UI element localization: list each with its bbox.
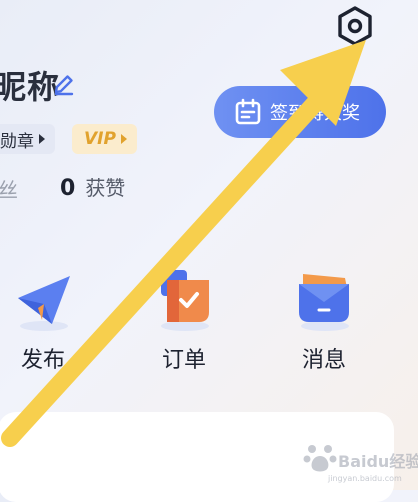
fans-stat[interactable]: 丝 [0,174,18,203]
settings-button[interactable] [332,3,378,49]
chevron-right-icon [39,134,45,144]
watermark-text: Baidu经验 [338,452,418,471]
order-icon [161,270,209,331]
edit-nickname-button[interactable] [52,72,76,96]
medal-badge[interactable]: 勋章 [0,124,55,154]
likes-stat[interactable]: 0 获赞 [60,172,125,201]
fans-label: 丝 [0,178,18,202]
publish-button[interactable]: 发布 [0,268,88,374]
nickname: 昵称 [0,68,61,106]
messages-button[interactable]: 消息 [279,268,369,374]
calendar-icon [235,98,261,125]
signin-label: 签到得大奖 [270,103,360,124]
chevron-right-icon [120,134,127,144]
settings-icon [338,6,372,46]
watermark-url: jingyan.baidu.com [328,474,402,483]
messages-label: 消息 [301,348,346,373]
publish-label: 发布 [20,348,65,373]
pencil-icon [54,75,74,96]
likes-count: 0 [60,176,76,201]
medal-badge-label: 勋章 [0,131,34,152]
signin-button[interactable]: 签到得大奖 [214,86,386,138]
paper-plane-icon [18,276,70,331]
paw-logo-icon [303,445,337,472]
watermark: Baidu经验 jingyan.baidu.com [300,436,418,486]
likes-label: 获赞 [85,176,126,200]
orders-button[interactable]: 订单 [139,268,229,374]
vip-badge[interactable]: VIP [72,124,137,154]
vip-badge-label: VIP [84,129,116,149]
orders-label: 订单 [161,348,206,373]
message-icon [299,274,349,331]
